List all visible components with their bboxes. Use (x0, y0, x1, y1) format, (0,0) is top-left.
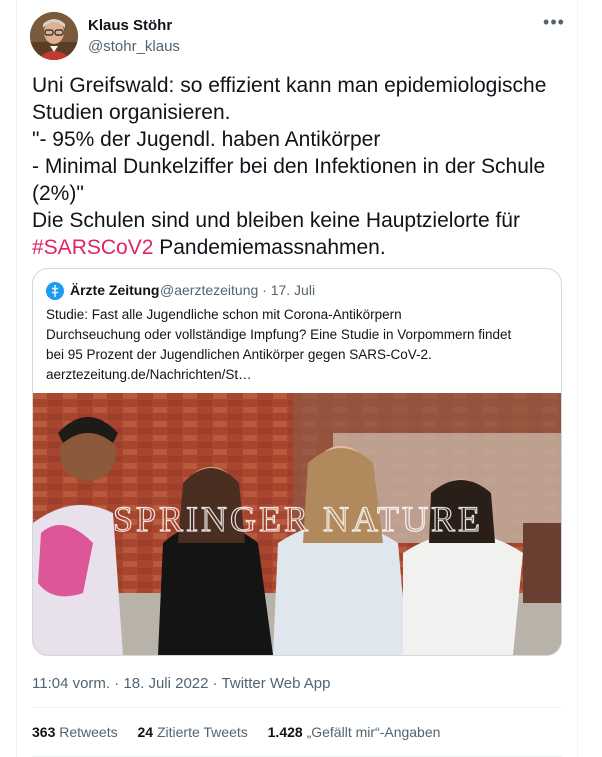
tweet-text-end: Pandemiemassnahmen. (153, 236, 386, 259)
likes-label: „Gefällt mir“-Angaben (306, 724, 441, 740)
author-handle[interactable]: @stohr_klaus (88, 38, 180, 55)
retweets-stat[interactable]: 363 Retweets (32, 724, 118, 740)
quoted-handle-date: @aerztezeitung · 17. Juli (160, 282, 316, 298)
tweet-stats: 363 Retweets 24 Zitierte Tweets 1.428 „G… (32, 724, 456, 740)
avatar-image (30, 12, 78, 60)
quoted-text: Studie: Fast alle Jugendliche schon mit … (46, 307, 512, 382)
retweets-count: 363 (32, 724, 56, 740)
likes-count: 1.428 (267, 724, 303, 740)
divider (32, 707, 562, 708)
springer-nature-watermark: SPRINGER NATURE (113, 499, 483, 539)
tweet-text: Uni Greifswald: so effizient kann man ep… (32, 72, 572, 261)
likes-stat[interactable]: 1.428 „Gefällt mir“-Angaben (268, 724, 441, 740)
caduceus-icon (46, 282, 64, 300)
author-name[interactable]: Klaus Stöhr (88, 17, 172, 34)
retweets-label: Retweets (59, 724, 118, 740)
quote-tweets-stat[interactable]: 24 Zitierte Tweets (138, 724, 248, 740)
quoted-tweet[interactable]: Ärzte Zeitung @aerztezeitung · 17. Juli … (32, 268, 562, 656)
hashtag-link[interactable]: #SARSCoV2 (32, 236, 153, 259)
quoted-author-name: Ärzte Zeitung (70, 282, 160, 298)
quoted-image[interactable]: SPRINGER NATURE (33, 393, 562, 655)
quote-tweets-count: 24 (137, 724, 154, 740)
tweet-timestamp[interactable]: 11:04 vorm. · 18. Juli 2022 · Twitter We… (32, 675, 330, 692)
tweet-text-start: Uni Greifswald: so effizient kann man ep… (32, 74, 547, 232)
quote-tweets-label: Zitierte Tweets (156, 724, 248, 740)
more-icon[interactable]: ••• (540, 12, 568, 36)
avatar[interactable] (30, 12, 78, 60)
